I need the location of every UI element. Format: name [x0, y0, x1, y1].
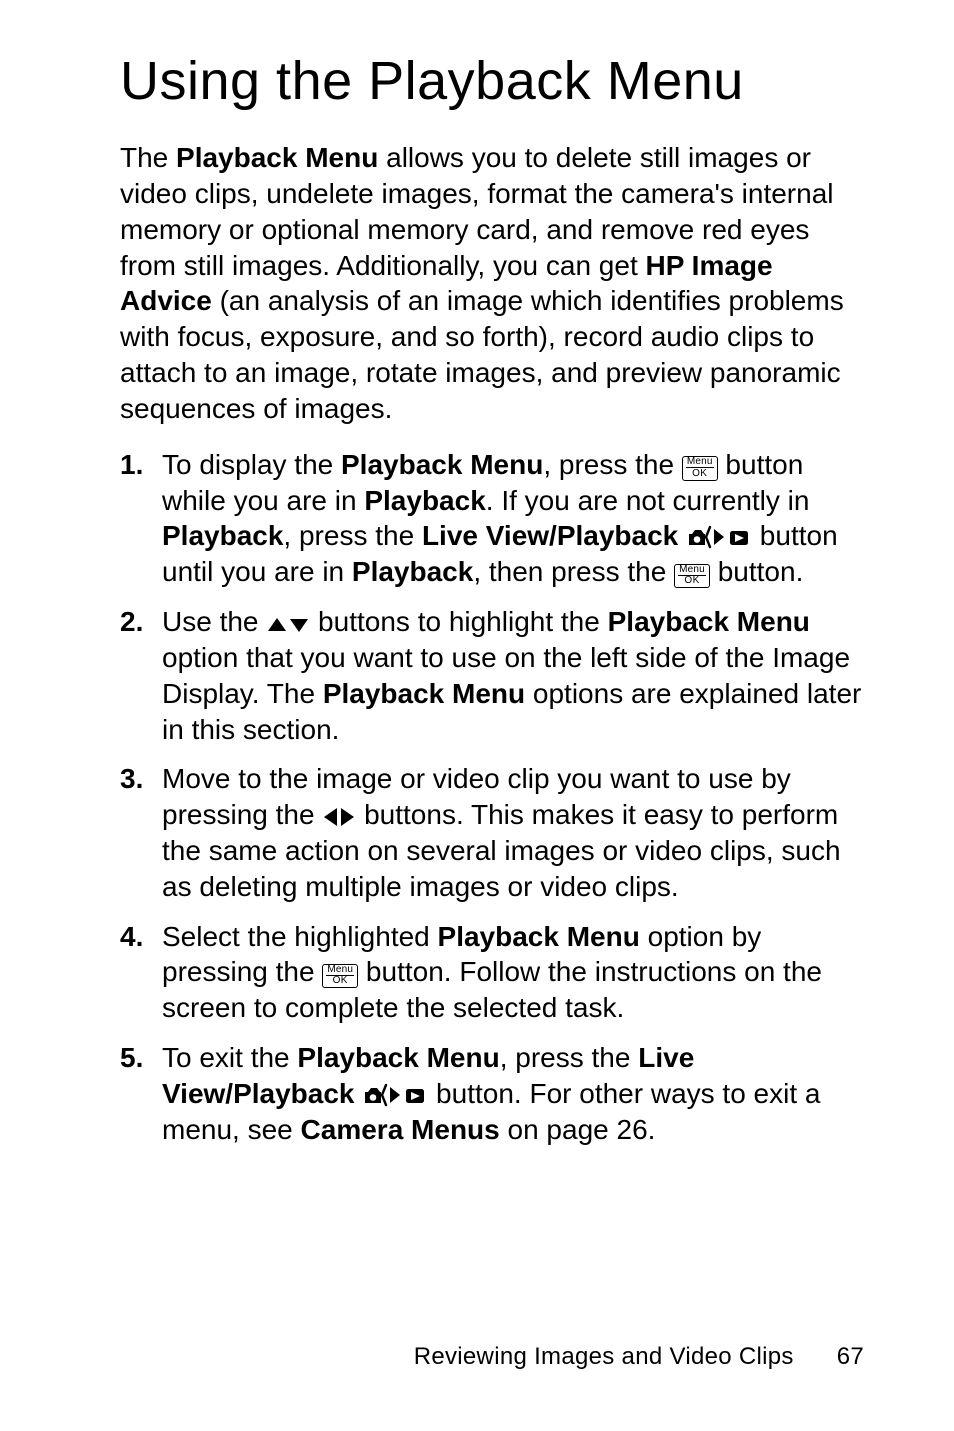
bold-text: Playback Menu [176, 142, 378, 173]
menu-ok-top: Menu [678, 565, 706, 576]
bold-text: Camera Menus [301, 1114, 500, 1145]
page-title: Using the Playback Menu [120, 50, 864, 112]
step-1: To display the Playback Menu, press the … [120, 447, 864, 590]
text: (an analysis of an image which identifie… [120, 285, 844, 423]
step-2: Use the buttons to highlight the Playbac… [120, 604, 864, 747]
step-4: Select the highlighted Playback Menu opt… [120, 919, 864, 1026]
menu-ok-bot: OK [326, 976, 354, 987]
menu-ok-bot: OK [686, 468, 714, 479]
text: . If you are not currently in [486, 485, 810, 516]
left-right-arrows-icon [322, 806, 356, 828]
text: The [120, 142, 176, 173]
menu-ok-top: Menu [326, 965, 354, 976]
menu-ok-top: Menu [686, 457, 714, 468]
text: Select the highlighted [162, 921, 438, 952]
text: , press the [500, 1042, 639, 1073]
bold-text: Playback [364, 485, 485, 516]
bold-text: Playback Menu [438, 921, 640, 952]
footer-text: Reviewing Images and Video Clips [414, 1343, 794, 1370]
intro-paragraph: The Playback Menu allows you to delete s… [120, 140, 864, 427]
camera-play-icon [686, 525, 752, 549]
menu-ok-icon: MenuOK [674, 564, 710, 589]
step-3: Move to the image or video clip you want… [120, 761, 864, 904]
page: Using the Playback Menu The Playback Men… [0, 0, 954, 1431]
text [355, 1078, 363, 1109]
camera-play-icon [362, 1083, 428, 1107]
text [678, 520, 686, 551]
menu-ok-bot: OK [678, 576, 706, 587]
menu-ok-icon: MenuOK [322, 964, 358, 989]
bold-text: Playback [352, 556, 473, 587]
text: button. [710, 556, 803, 587]
step-5: To exit the Playback Menu, press the Liv… [120, 1040, 864, 1147]
page-footer: Reviewing Images and Video Clips 67 [414, 1343, 864, 1371]
menu-ok-icon: MenuOK [682, 456, 718, 481]
up-down-arrows-icon [266, 615, 310, 635]
text: , press the [543, 449, 682, 480]
text: Use the [162, 606, 266, 637]
text: To display the [162, 449, 341, 480]
page-number: 67 [837, 1343, 864, 1371]
bold-text: Playback Menu [297, 1042, 499, 1073]
text: , press the [283, 520, 422, 551]
text: To exit the [162, 1042, 297, 1073]
text: buttons to highlight the [310, 606, 607, 637]
bold-text: Playback Menu [608, 606, 810, 637]
text: , then press the [473, 556, 674, 587]
text: on page 26. [500, 1114, 656, 1145]
bold-text: Playback [162, 520, 283, 551]
bold-text: Playback Menu [323, 678, 525, 709]
bold-text: Playback Menu [341, 449, 543, 480]
bold-text: Live View/Playback [422, 520, 678, 551]
steps-list: To display the Playback Menu, press the … [120, 447, 864, 1148]
